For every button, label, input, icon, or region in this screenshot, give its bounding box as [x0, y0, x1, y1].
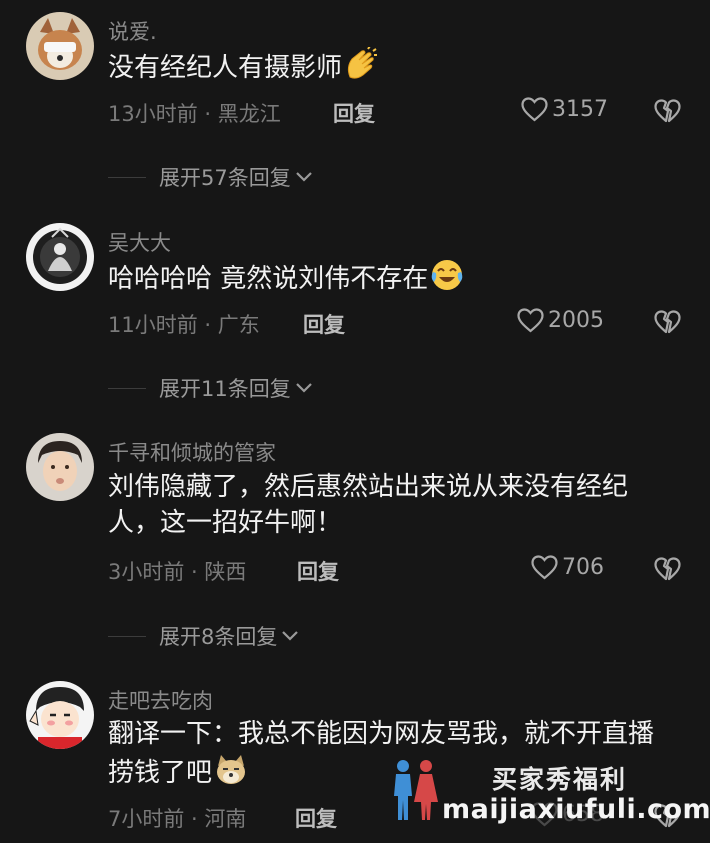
time-location: 13小时前 · 黑龙江 [108, 102, 281, 126]
heart-icon [521, 97, 548, 122]
username[interactable]: 走吧去吃肉 [108, 685, 213, 715]
clapping-hands-emoji-icon [344, 45, 378, 91]
couple-figures-icon [394, 760, 438, 820]
like-button[interactable]: 3157 [521, 97, 608, 122]
expand-replies-button[interactable]: 展开11条回复 [108, 373, 313, 403]
username[interactable]: 吴大大 [108, 227, 171, 257]
watermark: 买家秀福利 maijiaxiufuli.com [388, 758, 710, 828]
comment-text-content: 刘伟隐藏了，然后惠然站出来说从来没有经纪人，这一招好牛啊！ [108, 472, 629, 538]
reply-button[interactable]: 回复 [295, 803, 337, 833]
expand-replies-button[interactable]: 展开8条回复 [108, 621, 299, 651]
comment-text-content: 哈哈哈哈 竟然说刘伟不存在 [108, 264, 429, 294]
reply-button[interactable]: 回复 [333, 98, 375, 128]
broken-heart-icon [654, 310, 681, 334]
heart-icon [531, 555, 558, 580]
avatar[interactable] [26, 433, 94, 501]
reply-button[interactable]: 回复 [297, 556, 339, 586]
broken-heart-icon [654, 557, 681, 581]
username[interactable]: 千寻和倾城的管家 [108, 437, 276, 467]
avatar[interactable] [26, 681, 94, 749]
watermark-url: maijiaxiufuli.com [442, 794, 710, 825]
comment-text: 哈哈哈哈 竟然说刘伟不存在 [108, 258, 678, 302]
username[interactable]: 说爱. [108, 16, 157, 46]
chevron-down-icon [282, 631, 299, 641]
watermark-title: 买家秀福利 [492, 765, 628, 794]
like-button[interactable]: 706 [531, 555, 604, 580]
comment-text: 刘伟隐藏了，然后惠然站出来说从来没有经纪人，这一招好牛啊！ [108, 469, 678, 541]
expand-replies-label: 展开57条回复 [159, 166, 291, 190]
comment-list: 说爱. 没有经纪人有摄影师 13小时前 · 黑龙江 回复 3157 展开57条回… [0, 0, 710, 843]
avatar[interactable] [26, 12, 94, 80]
avatar[interactable] [26, 223, 94, 291]
chevron-down-icon [295, 172, 312, 182]
like-button[interactable]: 2005 [517, 308, 604, 333]
tears-of-joy-emoji-icon [430, 258, 464, 302]
time-location: 7小时前 · 河南 [108, 807, 247, 831]
expand-replies-label: 展开11条回复 [159, 377, 291, 401]
like-count: 2005 [548, 308, 604, 333]
dislike-button[interactable] [654, 99, 681, 128]
broken-heart-icon [654, 99, 681, 123]
divider [108, 387, 146, 389]
like-count: 3157 [552, 97, 608, 122]
chevron-down-icon [295, 383, 312, 393]
comment-text: 没有经纪人有摄影师 [108, 45, 678, 91]
comment-text-content: 没有经纪人有摄影师 [108, 53, 343, 83]
time-location: 11小时前 · 广东 [108, 313, 260, 337]
divider [108, 635, 146, 637]
dislike-button[interactable] [654, 557, 681, 586]
reply-button[interactable]: 回复 [303, 309, 345, 339]
expand-replies-label: 展开8条回复 [159, 625, 278, 649]
expand-replies-button[interactable]: 展开57条回复 [108, 162, 313, 192]
like-count: 706 [562, 555, 604, 580]
dislike-button[interactable] [654, 310, 681, 339]
heart-icon [517, 308, 544, 333]
divider [108, 176, 146, 178]
time-location: 3小时前 · 陕西 [108, 560, 247, 584]
doge-emoji-icon [214, 752, 248, 796]
